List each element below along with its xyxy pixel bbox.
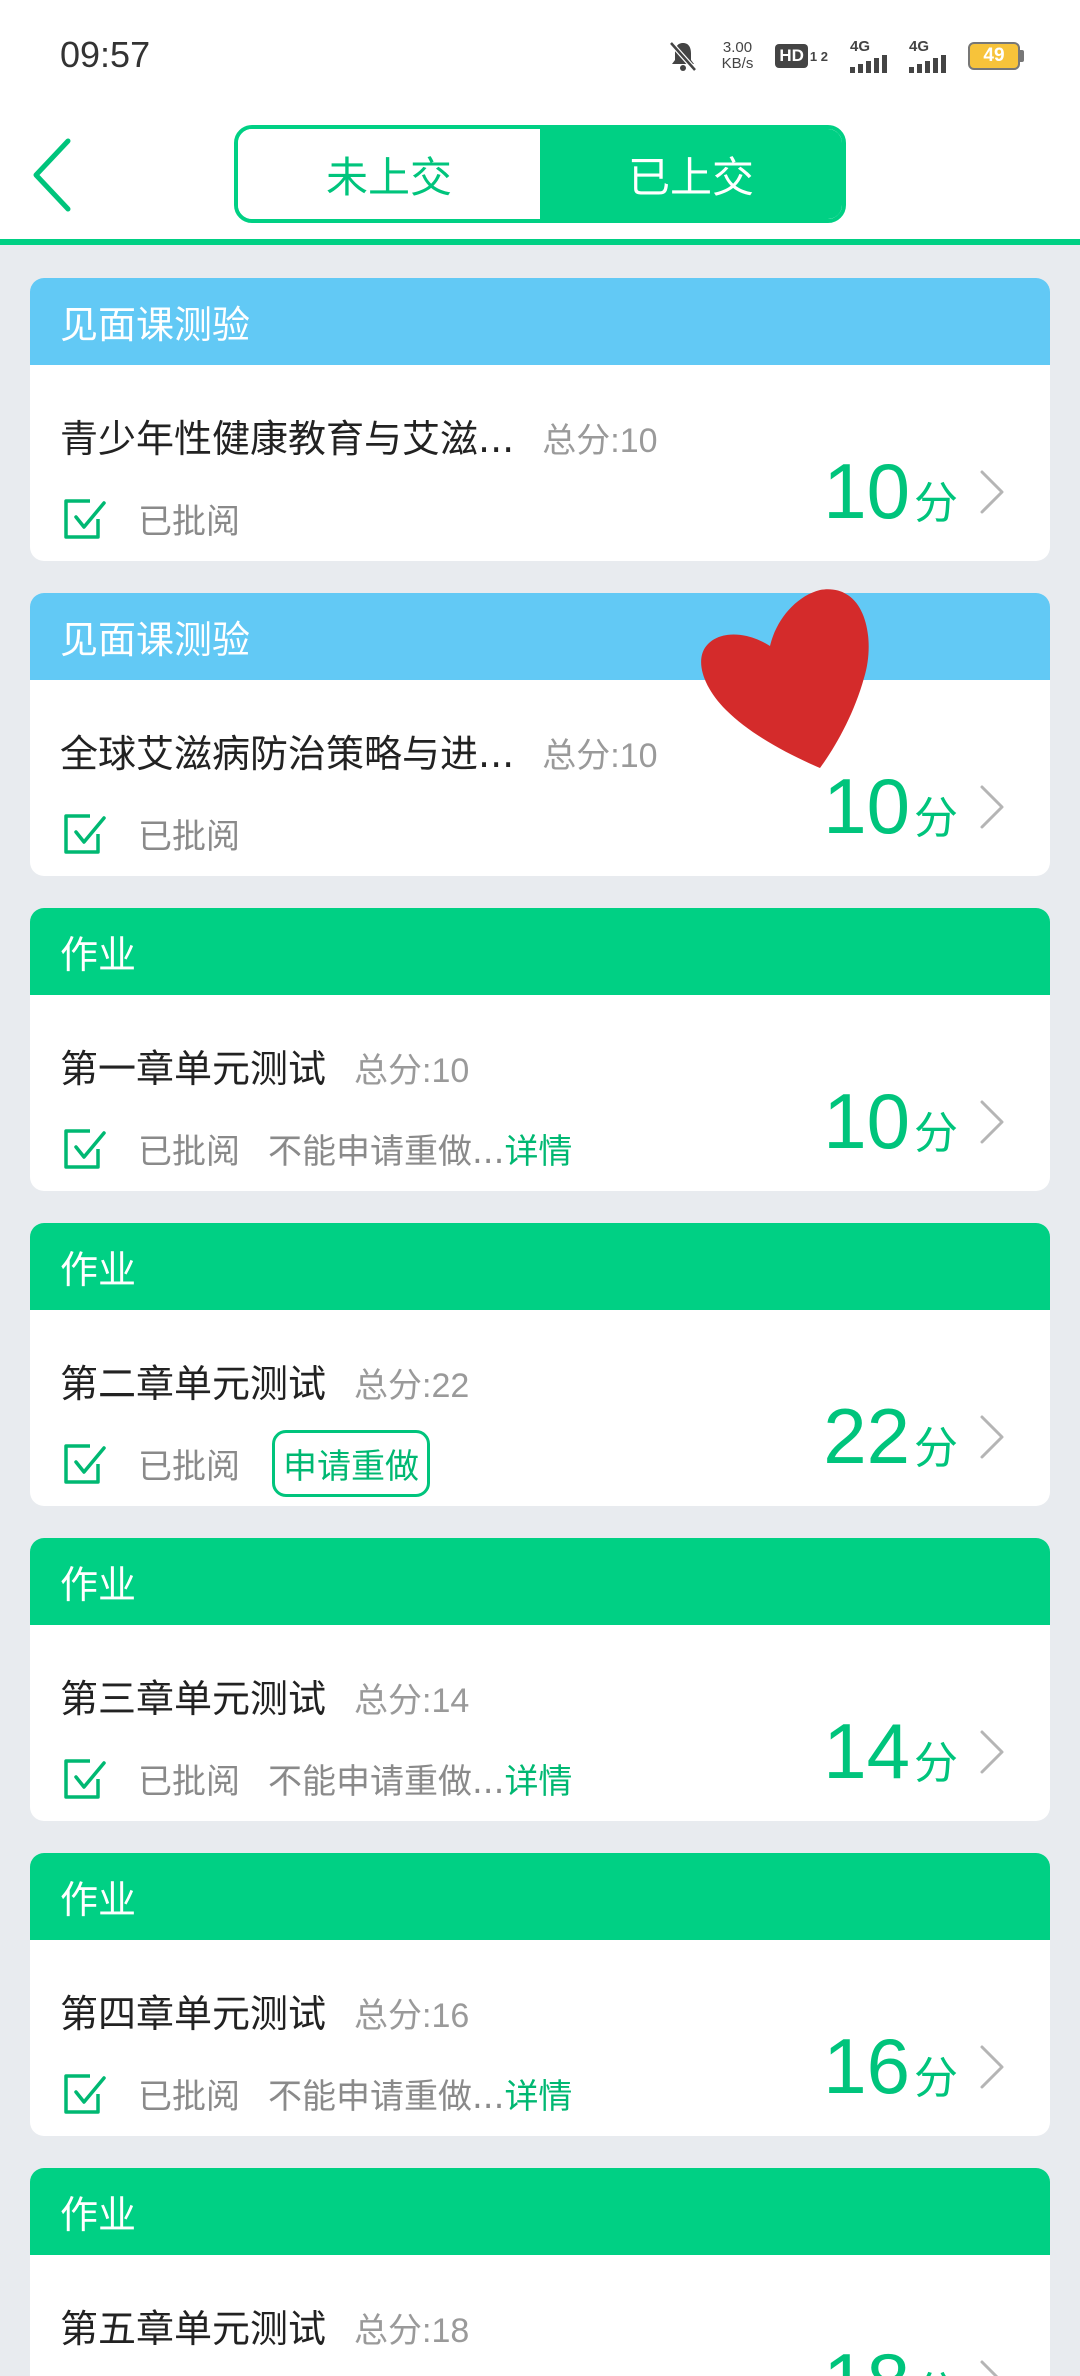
score-value: 14	[823, 1707, 910, 1795]
card-score: 16 分	[823, 2021, 958, 2112]
tab-submitted[interactable]: 已上交	[540, 129, 842, 219]
chevron-right-icon	[980, 785, 1004, 829]
assignment-card[interactable]: 作业 第一章单元测试 总分:10 已批阅 不能申请重做... 详情 10 分	[30, 908, 1050, 1191]
score-unit: 分	[914, 1108, 958, 1159]
graded-check-icon	[64, 814, 106, 854]
score-value: 10	[823, 762, 910, 850]
card-total: 总分:18	[354, 2312, 470, 2350]
card-category: 作业	[30, 1223, 1050, 1310]
card-title: 第一章单元测试	[60, 1047, 327, 1091]
chevron-right-icon	[980, 2360, 999, 2376]
score-unit: 分	[914, 478, 958, 529]
score-value: 10	[823, 1077, 910, 1165]
score-unit: 分	[914, 1423, 958, 1474]
card-category: 见面课测验	[30, 278, 1050, 365]
net-speed: 3.00 KB/s	[722, 40, 754, 72]
chevron-right-icon	[980, 1415, 1004, 1459]
score-unit: 分	[914, 2053, 958, 2104]
graded-check-icon	[64, 1444, 106, 1484]
card-category: 作业	[30, 908, 1050, 995]
detail-link[interactable]: 详情	[504, 1124, 572, 1173]
card-status: 已批阅	[138, 1131, 240, 1172]
card-title: 第三章单元测试	[60, 1677, 327, 1721]
card-total: 总分:14	[354, 1682, 470, 1720]
card-status: 已批阅	[138, 2076, 240, 2117]
card-status: 已批阅	[138, 1761, 240, 1802]
status-bar: 09:57 3.00 KB/s HD 1 2 4G 4G 49	[0, 0, 1080, 115]
card-status: 已批阅	[138, 1446, 240, 1487]
card-score: 14 分	[823, 1706, 958, 1797]
graded-check-icon	[64, 1129, 106, 1169]
submission-tabs: 未上交 已上交	[234, 125, 846, 223]
card-total: 总分:10	[542, 737, 658, 775]
hd-icon: HD 1 2	[775, 44, 828, 68]
card-title: 第四章单元测试	[60, 1992, 327, 2036]
chevron-left-icon	[33, 138, 71, 212]
assignment-card[interactable]: 作业 第四章单元测试 总分:16 已批阅 不能申请重做... 详情 16 分	[30, 1853, 1050, 2136]
card-title: 第二章单元测试	[60, 1362, 327, 1406]
card-category: 作业	[30, 2168, 1050, 2255]
battery-icon: 49	[968, 42, 1024, 70]
assignment-card[interactable]: 作业 第五章单元测试 总分:18 18 分	[30, 2168, 1050, 2376]
redo-note: 不能申请重做...	[268, 2076, 505, 2117]
card-score: 22 分	[823, 1391, 958, 1482]
card-score: 18 分	[823, 2336, 958, 2376]
chevron-right-icon	[980, 1730, 1004, 1774]
graded-check-icon	[64, 2074, 106, 2114]
card-total: 总分:10	[542, 422, 658, 460]
net-speed-unit: KB/s	[721, 55, 754, 72]
detail-link[interactable]: 详情	[504, 2069, 572, 2118]
score-value: 16	[823, 2022, 910, 2110]
redo-note: 不能申请重做...	[268, 1131, 505, 1172]
chevron-right-icon	[980, 1100, 1004, 1144]
status-icons: 3.00 KB/s HD 1 2 4G 4G 49	[666, 36, 1024, 76]
heart-sticker-icon	[701, 589, 869, 768]
card-total: 总分:16	[354, 1997, 470, 2035]
score-value: 22	[823, 1392, 910, 1480]
hd-sim: 1 2	[809, 48, 828, 64]
card-title: 全球艾滋病防治策略与进...	[60, 732, 515, 776]
bell-muted-icon	[668, 41, 697, 72]
card-score: 10 分	[823, 1076, 958, 1167]
card-total: 总分:22	[354, 1367, 470, 1405]
battery-level: 49	[968, 42, 1020, 70]
score-value: 18	[823, 2336, 910, 2376]
assignment-card[interactable]: 见面课测验 青少年性健康教育与艾滋... 总分:10 已批阅 10 分	[30, 278, 1050, 561]
card-title: 第五章单元测试	[60, 2307, 327, 2351]
back-button[interactable]	[22, 135, 82, 215]
card-category: 见面课测验	[30, 593, 1050, 680]
request-redo-button[interactable]: 申请重做	[272, 1429, 430, 1497]
card-score: 10 分	[823, 446, 958, 537]
tab-not-submitted[interactable]: 未上交	[238, 129, 540, 219]
signal-label-1: 4G	[850, 38, 871, 55]
graded-check-icon	[64, 499, 106, 539]
hd-label: HD	[775, 44, 808, 68]
assignment-card[interactable]: 作业 第二章单元测试 总分:22 已批阅 申请重做 22 分	[30, 1223, 1050, 1506]
card-category: 作业	[30, 1853, 1050, 1940]
card-title: 青少年性健康教育与艾滋...	[60, 417, 515, 461]
signal-icon-2: 4G	[909, 39, 946, 73]
card-status: 已批阅	[138, 816, 240, 857]
header: 未上交 已上交	[0, 115, 1080, 245]
graded-check-icon	[64, 1759, 106, 1799]
status-time: 09:57	[60, 34, 151, 75]
score-unit: 分	[914, 2357, 958, 2376]
chevron-right-icon	[980, 2045, 1004, 2089]
redo-note: 不能申请重做...	[268, 1761, 505, 1802]
detail-link[interactable]: 详情	[504, 1754, 572, 1803]
card-status: 已批阅	[138, 501, 240, 542]
score-value: 10	[823, 447, 910, 535]
card-total: 总分:10	[354, 1052, 470, 1090]
assignment-list: 见面课测验 青少年性健康教育与艾滋... 总分:10 已批阅 10 分 见面课测…	[30, 278, 1050, 2376]
signal-label-2: 4G	[909, 38, 930, 55]
chevron-right-icon	[980, 470, 1004, 514]
assignment-card[interactable]: 见面课测验 全球艾滋病防治策略与进... 总分:10 已批阅 10 分	[30, 593, 1050, 876]
signal-icon-1: 4G	[850, 39, 887, 73]
card-category: 作业	[30, 1538, 1050, 1625]
net-speed-value: 3.00	[722, 39, 753, 56]
card-score: 10 分	[823, 761, 958, 852]
assignment-card[interactable]: 作业 第三章单元测试 总分:14 已批阅 不能申请重做... 详情 14 分	[30, 1538, 1050, 1821]
score-unit: 分	[914, 1738, 958, 1789]
score-unit: 分	[914, 793, 958, 844]
